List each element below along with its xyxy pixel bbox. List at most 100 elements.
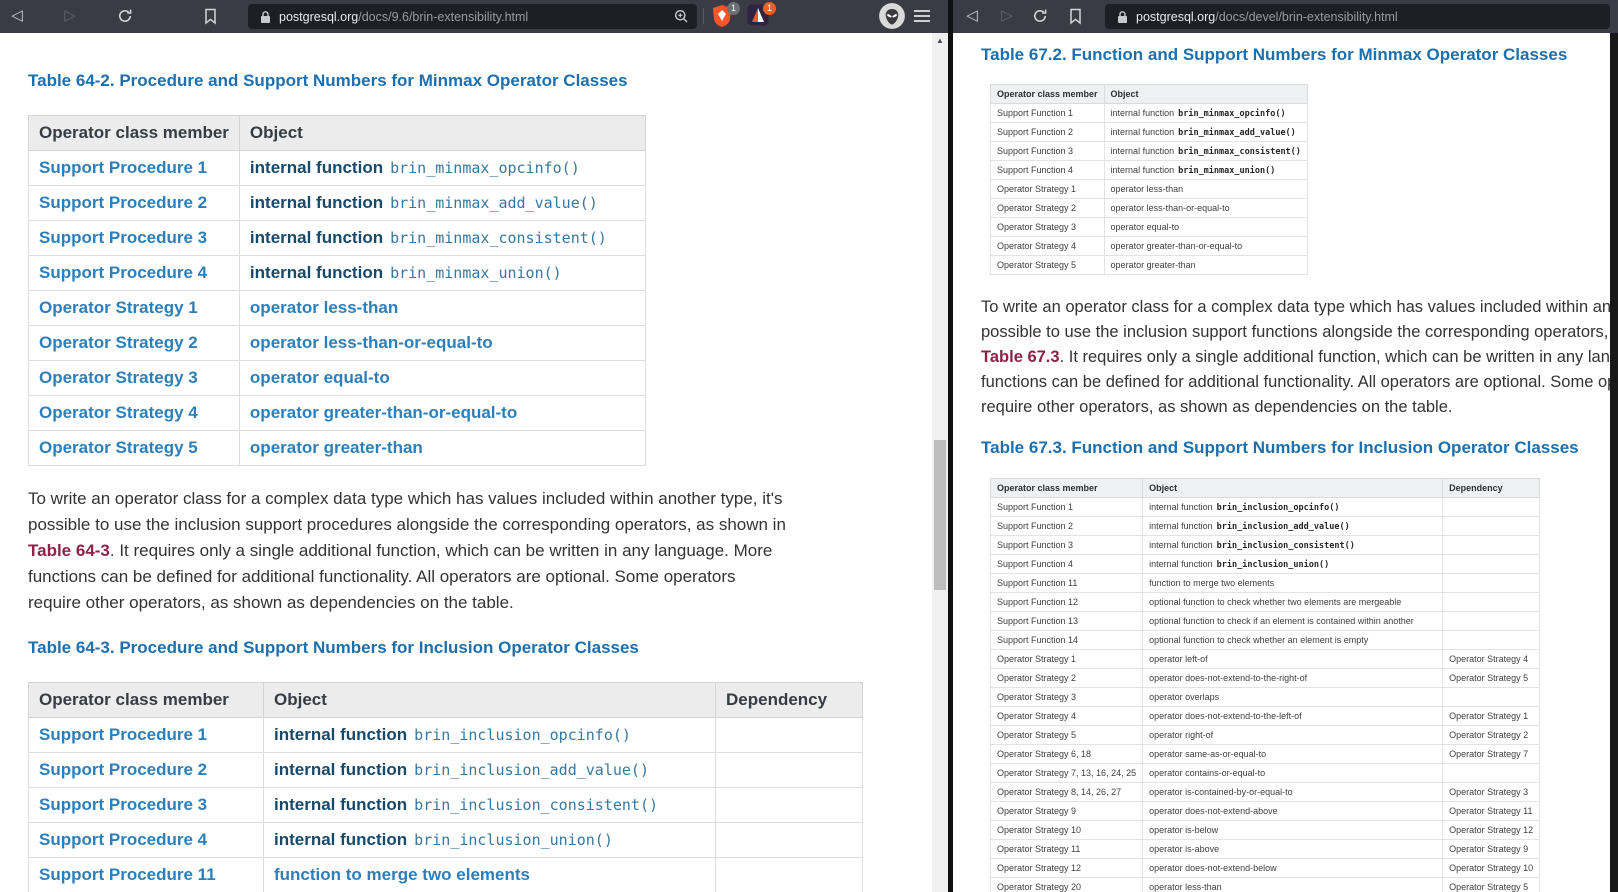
paragraph-line: Table 67.3. It requires only a single ad… — [981, 345, 1618, 370]
table-row: Operator Strategy 9 operator does-not-ex… — [991, 802, 1540, 821]
page-content-right: Table 67.2. Function and Support Numbers… — [953, 33, 1618, 892]
paragraph: To write an operator class for a complex… — [981, 295, 1618, 420]
url-bar[interactable]: postgresql.org/docs/9.6/brin-extensibili… — [248, 4, 697, 29]
column-header-member: Operator class member — [991, 85, 1105, 104]
table-row: Support Function 4 internal functionbrin… — [991, 555, 1540, 574]
table-row: Operator Strategy 3 operator overlaps — [991, 688, 1540, 707]
table-row: Operator Strategy 6, 18 operator same-as… — [991, 745, 1540, 764]
toolbar-separator — [703, 8, 704, 24]
table-row: Support Function 3 internal functionbrin… — [991, 142, 1308, 161]
table-header-row: Operator class member Object — [29, 116, 646, 151]
paragraph-line: Table 64-3. It requires only a single ad… — [28, 538, 932, 564]
table-row: Support Function 4 internal functionbrin… — [991, 161, 1308, 180]
table-row: Support Procedure 11 function to merge t… — [29, 858, 863, 892]
table-row: Support Function 2 internal functionbrin… — [991, 517, 1540, 536]
table-row: Operator Strategy 4 operator greater-tha… — [991, 237, 1308, 256]
table-64-2-title: Table 64-2. Procedure and Support Number… — [28, 71, 932, 91]
toolbar-right: ◁ ▷ postgresql.org/docs/devel/brin-exten… — [953, 0, 1618, 33]
bookmark-icon[interactable] — [1062, 3, 1088, 29]
table-row: Operator Strategy 2 operator does-not-ex… — [991, 669, 1540, 688]
paragraph-line: require other operators, as shown as dep… — [981, 395, 1618, 420]
inclusion-table-64-3: Operator class member Object Dependency … — [28, 682, 863, 892]
shield-badge: 1 — [727, 2, 740, 15]
table-row: Support Function 11 function to merge tw… — [991, 574, 1540, 593]
table-row: Support Procedure 4 internal functionbri… — [29, 256, 646, 291]
scrollbar-thumb[interactable] — [934, 440, 946, 590]
lock-icon — [1117, 10, 1128, 24]
table-row: Operator Strategy 12 operator does-not-e… — [991, 859, 1540, 878]
menu-button[interactable] — [914, 10, 930, 25]
table-row: Operator Strategy 10 operator is-below O… — [991, 821, 1540, 840]
paragraph-line: functions can be defined for additional … — [981, 370, 1618, 395]
column-header-object: Object — [1143, 479, 1443, 498]
column-header-object: Object — [264, 683, 716, 718]
table-row: Support Procedure 2 internal functionbri… — [29, 186, 646, 221]
scrollbar[interactable]: ▲ — [932, 33, 948, 892]
table-row: Support Function 3 internal functionbrin… — [991, 536, 1540, 555]
table-row: Support Function 12 optional function to… — [991, 593, 1540, 612]
table-header-row: Operator class member Object — [991, 85, 1308, 104]
table-row: Support Function 13 optional function to… — [991, 612, 1540, 631]
table-row: Support Procedure 4 internal functionbri… — [29, 823, 863, 858]
forward-button[interactable]: ▷ — [57, 3, 83, 29]
url-text: postgresql.org/docs/devel/brin-extensibi… — [1136, 10, 1398, 24]
back-button[interactable]: ◁ — [4, 3, 30, 29]
reload-button[interactable] — [112, 3, 138, 29]
table-row: Operator Strategy 7, 13, 16, 24, 25 oper… — [991, 764, 1540, 783]
table-row: Operator Strategy 4 operator does-not-ex… — [991, 707, 1540, 726]
minmax-table-64-2: Operator class member Object Support Pro… — [28, 115, 646, 466]
column-header-dependency: Dependency — [716, 683, 863, 718]
table-64-3-link[interactable]: Table 64-3 — [28, 541, 110, 560]
paragraph: To write an operator class for a complex… — [28, 486, 932, 616]
browser-window-right: ◁ ▷ postgresql.org/docs/devel/brin-exten… — [953, 0, 1618, 892]
minmax-table-67-2: Operator class member Object Support Fun… — [990, 84, 1308, 275]
column-header-object: Object — [239, 116, 645, 151]
brave-shield-icon[interactable]: 1 — [711, 4, 735, 28]
table-row: Support Procedure 2 internal functionbri… — [29, 753, 863, 788]
reload-button[interactable] — [1027, 3, 1053, 29]
paragraph-line: possible to use the inclusion support fu… — [981, 320, 1618, 345]
paragraph-line: To write an operator class for a complex… — [28, 486, 932, 512]
bookmark-icon[interactable] — [197, 3, 223, 29]
page-content-left: Table 64-2. Procedure and Support Number… — [0, 33, 932, 892]
table-row: Operator Strategy 4 operator greater-tha… — [29, 396, 646, 431]
table-67-3-title: Table 67.3. Function and Support Numbers… — [981, 438, 1618, 458]
lock-icon — [260, 10, 271, 24]
table-row: Support Function 2 internal functionbrin… — [991, 123, 1308, 142]
table-row: Operator Strategy 1 operator left-of Ope… — [991, 650, 1540, 669]
right-edge-scrollbar[interactable] — [1610, 33, 1618, 892]
column-header-member: Operator class member — [29, 683, 264, 718]
paragraph-line: require other operators, as shown as dep… — [28, 590, 932, 616]
paragraph-line: functions can be defined for additional … — [28, 564, 932, 590]
extension-icon[interactable]: 1 — [747, 4, 771, 28]
table-67-3-link[interactable]: Table 67.3 — [981, 348, 1060, 366]
back-button[interactable]: ◁ — [959, 3, 985, 29]
column-header-member: Operator class member — [29, 116, 240, 151]
table-row: Operator Strategy 2 operator less-than-o… — [991, 199, 1308, 218]
paragraph-line: To write an operator class for a complex… — [981, 295, 1618, 320]
extension-badge: 1 — [763, 2, 776, 15]
table-row: Support Procedure 3 internal functionbri… — [29, 788, 863, 823]
table-67-2-title: Table 67.2. Function and Support Numbers… — [981, 45, 1618, 65]
scroll-up-arrow[interactable]: ▲ — [932, 33, 948, 48]
url-bar[interactable]: postgresql.org/docs/devel/brin-extensibi… — [1105, 4, 1610, 29]
table-row: Support Procedure 3 internal functionbri… — [29, 221, 646, 256]
table-row: Operator Strategy 5 operator greater-tha… — [29, 431, 646, 466]
profile-avatar[interactable] — [879, 3, 905, 29]
table-row: Support Procedure 1 internal functionbri… — [29, 151, 646, 186]
table-row: Operator Strategy 5 operator greater-tha… — [991, 256, 1308, 275]
table-row: Operator Strategy 20 operator less-than … — [991, 878, 1540, 892]
table-row: Operator Strategy 3 operator equal-to — [991, 218, 1308, 237]
table-row: Support Procedure 1 internal functionbri… — [29, 718, 863, 753]
column-header-member: Operator class member — [991, 479, 1143, 498]
zoom-level-icon[interactable] — [674, 9, 689, 24]
table-row: Operator Strategy 5 operator right-of Op… — [991, 726, 1540, 745]
browser-window-left: ◁ ▷ postgresql.org/docs/9.6/brin-extensi… — [0, 0, 948, 892]
table-row: Support Function 1 internal functionbrin… — [991, 498, 1540, 517]
table-header-row: Operator class member Object Dependency — [991, 479, 1540, 498]
toolbar-left: ◁ ▷ postgresql.org/docs/9.6/brin-extensi… — [0, 0, 948, 33]
table-row: Operator Strategy 1 operator less-than — [29, 291, 646, 326]
inclusion-table-67-3: Operator class member Object Dependency … — [990, 478, 1540, 892]
forward-button[interactable]: ▷ — [994, 3, 1020, 29]
column-header-object: Object — [1104, 85, 1307, 104]
